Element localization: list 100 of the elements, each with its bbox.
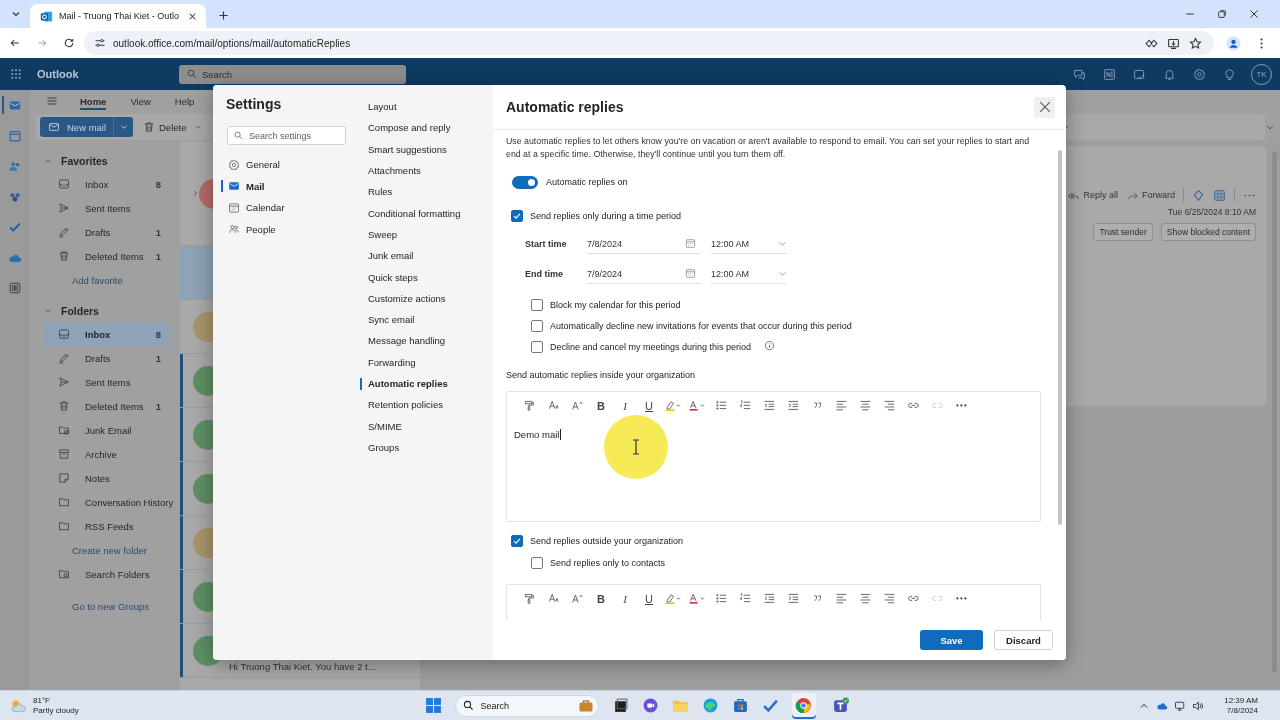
notification-bell-icon[interactable]	[1163, 67, 1176, 81]
format-button[interactable]: U	[639, 395, 659, 416]
nav-link[interactable]: Go to new Groups	[72, 600, 150, 612]
close-icon[interactable]	[1248, 8, 1260, 20]
toggle-switch[interactable]	[512, 175, 538, 189]
format-button[interactable]: I	[615, 588, 635, 609]
settings-section[interactable]: Customize actions	[355, 287, 493, 309]
ribbon-tab[interactable]: Home	[80, 92, 107, 110]
settings-category[interactable]: People	[213, 218, 355, 240]
back-icon[interactable]	[9, 37, 21, 49]
settings-section[interactable]: Retention policies	[355, 394, 493, 416]
settings-category[interactable]: General	[213, 154, 355, 176]
profile-icon[interactable]	[1226, 35, 1241, 51]
settings-section[interactable]: S/MIME	[355, 415, 493, 437]
task-icon[interactable]	[1133, 67, 1146, 81]
folder-item[interactable]: RSS Feeds	[43, 514, 170, 538]
taskbar-app[interactable]	[791, 692, 816, 719]
ribbon-tab[interactable]: View	[130, 92, 151, 110]
forward-icon[interactable]	[36, 37, 48, 49]
save-button[interactable]: Save	[920, 630, 983, 650]
search-field[interactable]: Search settings	[227, 126, 346, 145]
folder-item[interactable]: Deleted Items 1	[43, 394, 170, 418]
loop-icon[interactable]	[1192, 188, 1205, 202]
settings-section[interactable]: Conditional formatting	[355, 202, 493, 224]
menu-icon[interactable]	[46, 95, 58, 107]
date-field[interactable]: 7/9/2024	[587, 264, 700, 284]
folder-group-title[interactable]: Folders	[61, 305, 99, 317]
settings-section[interactable]: Groups	[355, 436, 493, 459]
ribbon-tab[interactable]: Help	[174, 92, 195, 110]
grid-icon[interactable]	[1213, 188, 1226, 202]
clock-date[interactable]: 7/8/2024	[1226, 705, 1258, 716]
settings-section[interactable]: Smart suggestions	[355, 138, 493, 160]
checkbox[interactable]	[531, 298, 543, 311]
chevron-icon[interactable]	[44, 307, 52, 315]
browser-icon[interactable]	[701, 697, 719, 714]
settings-section[interactable]: Rules	[355, 181, 493, 203]
settings-icon[interactable]	[1193, 67, 1206, 81]
search-field[interactable]: Search	[454, 694, 599, 717]
speaker-icon[interactable]	[1192, 699, 1205, 712]
nav-link[interactable]: Create new folder	[72, 544, 147, 556]
settings-section[interactable]: Junk email	[355, 245, 493, 267]
time-dropdown[interactable]: 12:00 AM	[711, 264, 787, 284]
format-button[interactable]: B	[591, 395, 611, 416]
info-icon[interactable]	[764, 339, 776, 351]
checkbox[interactable]	[511, 534, 523, 547]
folder-item[interactable]: Notes	[43, 466, 170, 490]
format-button[interactable]: B	[591, 588, 611, 609]
chevron-icon[interactable]	[191, 189, 200, 198]
browser-tab[interactable]: Mail - Truong Thai Kiet - Outlo	[30, 4, 206, 28]
settings-section[interactable]: Layout	[355, 96, 493, 118]
format-button[interactable]: I	[615, 395, 635, 416]
folder-item[interactable]: Drafts 1	[43, 346, 170, 370]
expand-icon[interactable]	[1265, 122, 1275, 132]
close-button[interactable]	[1034, 96, 1055, 118]
settings-category[interactable]: Calendar	[213, 197, 355, 219]
folder-item[interactable]: Drafts 1	[43, 220, 170, 244]
settings-section[interactable]: Attachments	[355, 159, 493, 182]
lightbulb-icon[interactable]	[1223, 67, 1236, 81]
content-button[interactable]: Trust sender	[1093, 223, 1153, 241]
delete-button[interactable]: Delete	[143, 121, 203, 133]
date-field[interactable]: 7/8/2024	[587, 234, 700, 254]
start-icon[interactable]	[424, 697, 442, 714]
chat-icon[interactable]	[1073, 67, 1086, 81]
settings-section[interactable]: Sweep	[355, 223, 493, 246]
settings-section[interactable]: Forwarding	[355, 351, 493, 373]
message-body-field[interactable]: Demo mail	[507, 419, 1040, 441]
folder-item[interactable]: Inbox 8	[43, 172, 170, 196]
search-field[interactable]: Search	[179, 64, 406, 84]
chat-icon[interactable]	[641, 697, 659, 714]
time-dropdown[interactable]: 12:00 AM	[711, 234, 787, 254]
folder-item[interactable]: Search Folders	[43, 562, 170, 586]
settings-section[interactable]: Quick steps	[355, 266, 493, 288]
folder-item[interactable]: Archive	[43, 442, 170, 466]
restore-icon[interactable]	[1216, 8, 1228, 20]
clock-time[interactable]: 12:39 AM	[1224, 695, 1258, 706]
calendar-icon[interactable]	[685, 238, 696, 249]
folder-item[interactable]: Sent Items	[43, 196, 170, 220]
app-launcher-icon[interactable]	[10, 68, 22, 80]
checkbox[interactable]	[531, 556, 543, 569]
network-icon[interactable]	[1174, 699, 1187, 712]
folder-item[interactable]: Deleted Items 1	[43, 244, 170, 268]
forward-button[interactable]: Forward	[1126, 188, 1175, 202]
nav-link[interactable]: Add favorite	[72, 274, 123, 286]
address-bar[interactable]: outlook.office.com/mail/options/mail/automaticReplies	[84, 31, 1214, 55]
folder-item[interactable]: Junk Email	[43, 418, 170, 442]
content-button[interactable]: Show blocked content	[1160, 223, 1256, 241]
site-settings-icon[interactable]	[94, 37, 106, 49]
new-mail-button[interactable]: New mail	[40, 117, 113, 137]
install-app-icon[interactable]	[1167, 36, 1180, 50]
calendar-icon[interactable]	[685, 268, 696, 279]
new-tab-icon[interactable]	[217, 9, 230, 22]
store-icon[interactable]	[731, 697, 749, 714]
checkbox[interactable]	[511, 210, 523, 222]
settings-section[interactable]: Message handling	[355, 330, 493, 352]
checkbox[interactable]	[531, 341, 543, 354]
settings-section[interactable]: Compose and reply	[355, 117, 493, 139]
checkmark-icon[interactable]	[761, 697, 779, 714]
notebook-icon[interactable]	[1103, 67, 1116, 81]
folder-item[interactable]: Sent Items	[43, 370, 170, 394]
folder-group-title[interactable]: Favorites	[61, 155, 108, 167]
